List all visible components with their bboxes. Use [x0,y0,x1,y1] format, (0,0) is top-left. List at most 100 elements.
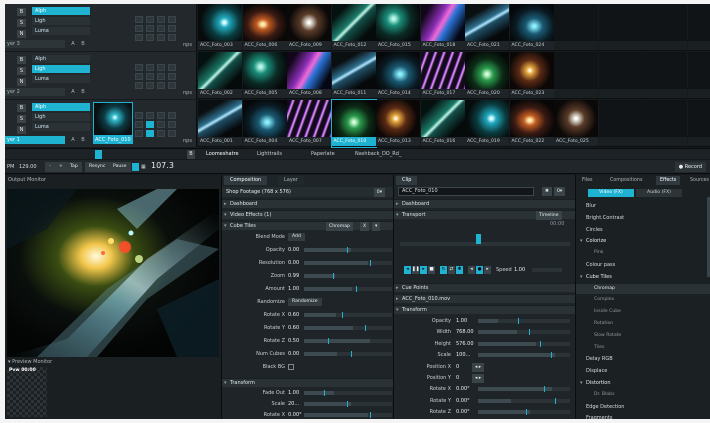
cube-preset-button[interactable]: Chromap [326,222,353,231]
transform-section[interactable]: ▾ Transform [222,378,393,387]
speed-value[interactable]: 1.00 [514,266,525,274]
clip-slot[interactable]: ACC_Foto_011 [331,52,376,99]
layer-pad-button[interactable] [135,112,143,119]
layer-name[interactable]: yer 1 [5,136,65,144]
param-value[interactable]: 0 [456,373,459,383]
layer-pad-button[interactable] [168,34,176,41]
blend-mode-option[interactable]: Luma [32,27,90,35]
crossfader-b-button[interactable]: B [79,40,87,48]
clip-slot[interactable]: ACC_Foto_025 [554,100,598,147]
param-value[interactable]: 1.00 [456,316,467,326]
clip-slot[interactable]: ACC_Foto_020 [465,52,509,99]
clip-file-section[interactable]: ▸ ACC_Foto_010.mov [394,294,575,303]
position-stepper[interactable]: ◂ ▸ [472,374,485,383]
clip-slot[interactable]: ACC_Foto_008 [287,52,331,99]
param-value[interactable]: 100... [456,350,470,360]
blend-mode-option[interactable]: Alph [32,7,90,15]
crossfader-a-button[interactable]: A [69,136,77,144]
deck-tab-lighttrails[interactable]: Lighttrails [257,149,282,160]
pause-button[interactable]: Pause [109,162,131,172]
param-slider[interactable] [304,351,392,357]
param-value[interactable]: 0.60 [288,310,299,320]
speed-up-button[interactable]: ▸ [484,266,491,274]
param-slider[interactable] [478,352,570,359]
clip-slot[interactable] [598,52,643,99]
audio-fx-toggle[interactable]: Audio (FX) [636,189,682,197]
layer-pad-button[interactable] [157,82,165,89]
cube-tiles-section[interactable]: ▾ Cube Tiles Chromap X ▾ [222,221,393,231]
clip-slot[interactable] [687,100,710,147]
crossfader-a-button[interactable]: A [69,88,77,96]
effect-item[interactable]: Blur [576,201,710,211]
param-slider[interactable] [304,412,392,418]
clip-options-button[interactable]: 0▾ [554,187,566,196]
blend-mode-option[interactable]: Luma [32,75,90,83]
layer-pad-button[interactable] [135,130,143,137]
blend-mode-option[interactable]: Ligh [32,17,90,25]
clip-position-scrubber[interactable] [400,234,570,246]
clip-slot[interactable]: ACC_Foto_018 [420,4,465,51]
param-value[interactable]: 0.00° [456,384,470,394]
blend-mode-option[interactable]: Ligh [32,113,90,121]
layer-s-button[interactable]: S [17,67,26,75]
stop-icon[interactable]: ■ [428,266,435,274]
cue-points-section[interactable]: ▸ Cue Points [394,283,575,292]
tab-compositions[interactable]: Compositions [610,176,642,185]
param-slider[interactable] [478,409,570,416]
bounce-button[interactable]: ⇄ [448,266,455,274]
param-value[interactable]: 0 [456,362,459,372]
cube-menu-button[interactable]: ▾ [372,222,381,231]
crossfader-a-button[interactable]: A [69,40,77,48]
param-value[interactable]: 0.00° [288,410,302,419]
clip-slot[interactable] [687,4,710,51]
param-value[interactable]: 768.00 [456,327,474,337]
clip-slot[interactable]: ACC_Foto_017 [420,52,465,99]
layer-pad-button[interactable] [135,25,143,32]
layer-n-button[interactable]: N [17,30,26,38]
param-value[interactable]: 1.00 [288,388,299,398]
effect-category[interactable]: ▾ Cube Tiles [576,272,710,282]
layer-scroll-handle[interactable] [95,150,102,159]
clip-slot[interactable]: ACC_Foto_022 [509,100,554,147]
layer-pad-button[interactable] [146,16,154,23]
layer-pad-button[interactable] [168,121,176,128]
speed-down-button[interactable]: ◂ [468,266,475,274]
crossfader-b-button[interactable]: B [79,136,87,144]
clip-slot[interactable] [643,52,687,99]
layer-pad-button[interactable] [146,130,154,137]
effect-item[interactable]: Bright.Contrast [576,213,710,223]
clip-slot[interactable] [687,52,710,99]
layer-name[interactable]: yer 2 [5,88,65,96]
layer-b-button[interactable]: B [17,8,26,16]
effect-item[interactable]: Fragments [576,413,710,419]
layer-pad-button[interactable] [146,64,154,71]
layer-n-button[interactable]: N [17,126,26,134]
param-slider[interactable] [478,340,570,347]
video-fx-toggle[interactable]: Video (FX) [588,189,634,197]
param-slider[interactable] [304,401,392,407]
layer-pad-button[interactable] [157,34,165,41]
record-button[interactable]: ● Record [674,162,706,172]
tab-composition[interactable]: Composition [224,176,268,185]
layer-pad-button[interactable] [135,34,143,41]
blend-mode-option[interactable]: Ligh [32,65,90,73]
effect-item[interactable]: Complex [576,295,710,305]
param-slider[interactable] [478,318,570,324]
clip-slot[interactable] [598,100,643,147]
param-slider[interactable] [304,273,392,279]
clip-slot[interactable]: ACC_Foto_001 [198,100,242,147]
param-slider[interactable] [304,286,392,292]
deck-b-button[interactable]: B [187,150,195,159]
clip-slot[interactable]: ACC_Foto_006 [242,4,287,51]
param-select[interactable]: Randomize [288,298,322,306]
param-slider[interactable] [478,397,570,404]
layer-pad-button[interactable] [168,64,176,71]
layer-pad-button[interactable] [135,121,143,128]
blend-mode-option[interactable]: Alph [32,55,90,63]
clip-slot[interactable]: ACC_Foto_014 [376,52,420,99]
effect-item[interactable]: Slow Rotate [576,331,710,341]
layer-pad-button[interactable] [157,16,165,23]
param-value[interactable]: 576.00 [456,339,474,349]
clip-slot[interactable] [598,4,643,51]
random-button[interactable]: ✱ [456,266,463,274]
